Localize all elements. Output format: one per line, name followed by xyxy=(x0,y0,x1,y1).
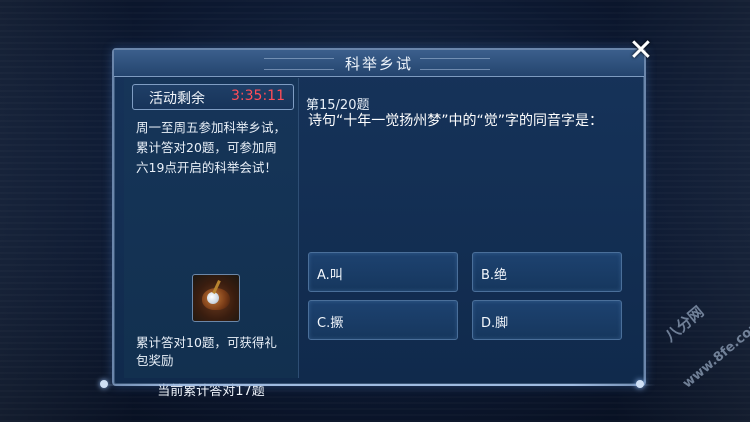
option-c-button[interactable]: C.撅 xyxy=(308,300,458,340)
exam-dialog: 科举乡试 活动剩余 3:35:11 周一至周五参加科举乡试，累计答对20题，可参… xyxy=(112,48,646,399)
title-bar: 科举乡试 xyxy=(114,50,644,77)
activity-sidebar: 活动剩余 3:35:11 周一至周五参加科举乡试，累计答对20题，可参加周六19… xyxy=(124,78,299,399)
frame-divider xyxy=(100,384,656,386)
question-text: 诗句“十年一觉扬州梦”中的“觉”字的同音字是： xyxy=(308,113,604,129)
option-c-label: C.撅 xyxy=(317,316,344,331)
reward-description: 累计答对10题，可获得礼包奖励 xyxy=(136,335,277,368)
activity-description: 周一至周五参加科举乡试，累计答对20题，可参加周六19点开启的科举会试！ xyxy=(136,120,287,175)
option-a-label: A.叫 xyxy=(317,268,343,283)
option-a-button[interactable]: A.叫 xyxy=(308,252,458,292)
timer-value: 3:35:11 xyxy=(231,88,285,104)
option-d-label: D.脚 xyxy=(481,316,509,331)
option-b-label: B.绝 xyxy=(481,268,508,283)
question-number: 第15/20题 xyxy=(306,98,370,113)
frame-ornament-right xyxy=(636,380,644,388)
timer-label: 活动剩余 xyxy=(149,91,205,107)
countdown-box: 活动剩余 3:35:11 xyxy=(132,84,294,110)
reward-gift-icon[interactable] xyxy=(192,274,240,322)
dialog-title: 科举乡试 xyxy=(344,55,413,73)
close-button[interactable]: ✕ xyxy=(628,36,654,66)
option-b-button[interactable]: B.绝 xyxy=(472,252,622,292)
frame-ornament-left xyxy=(100,380,108,388)
option-d-button[interactable]: D.脚 xyxy=(472,300,622,340)
correct-count: 当前累计答对17题 xyxy=(157,384,265,399)
ball-icon xyxy=(207,292,219,304)
